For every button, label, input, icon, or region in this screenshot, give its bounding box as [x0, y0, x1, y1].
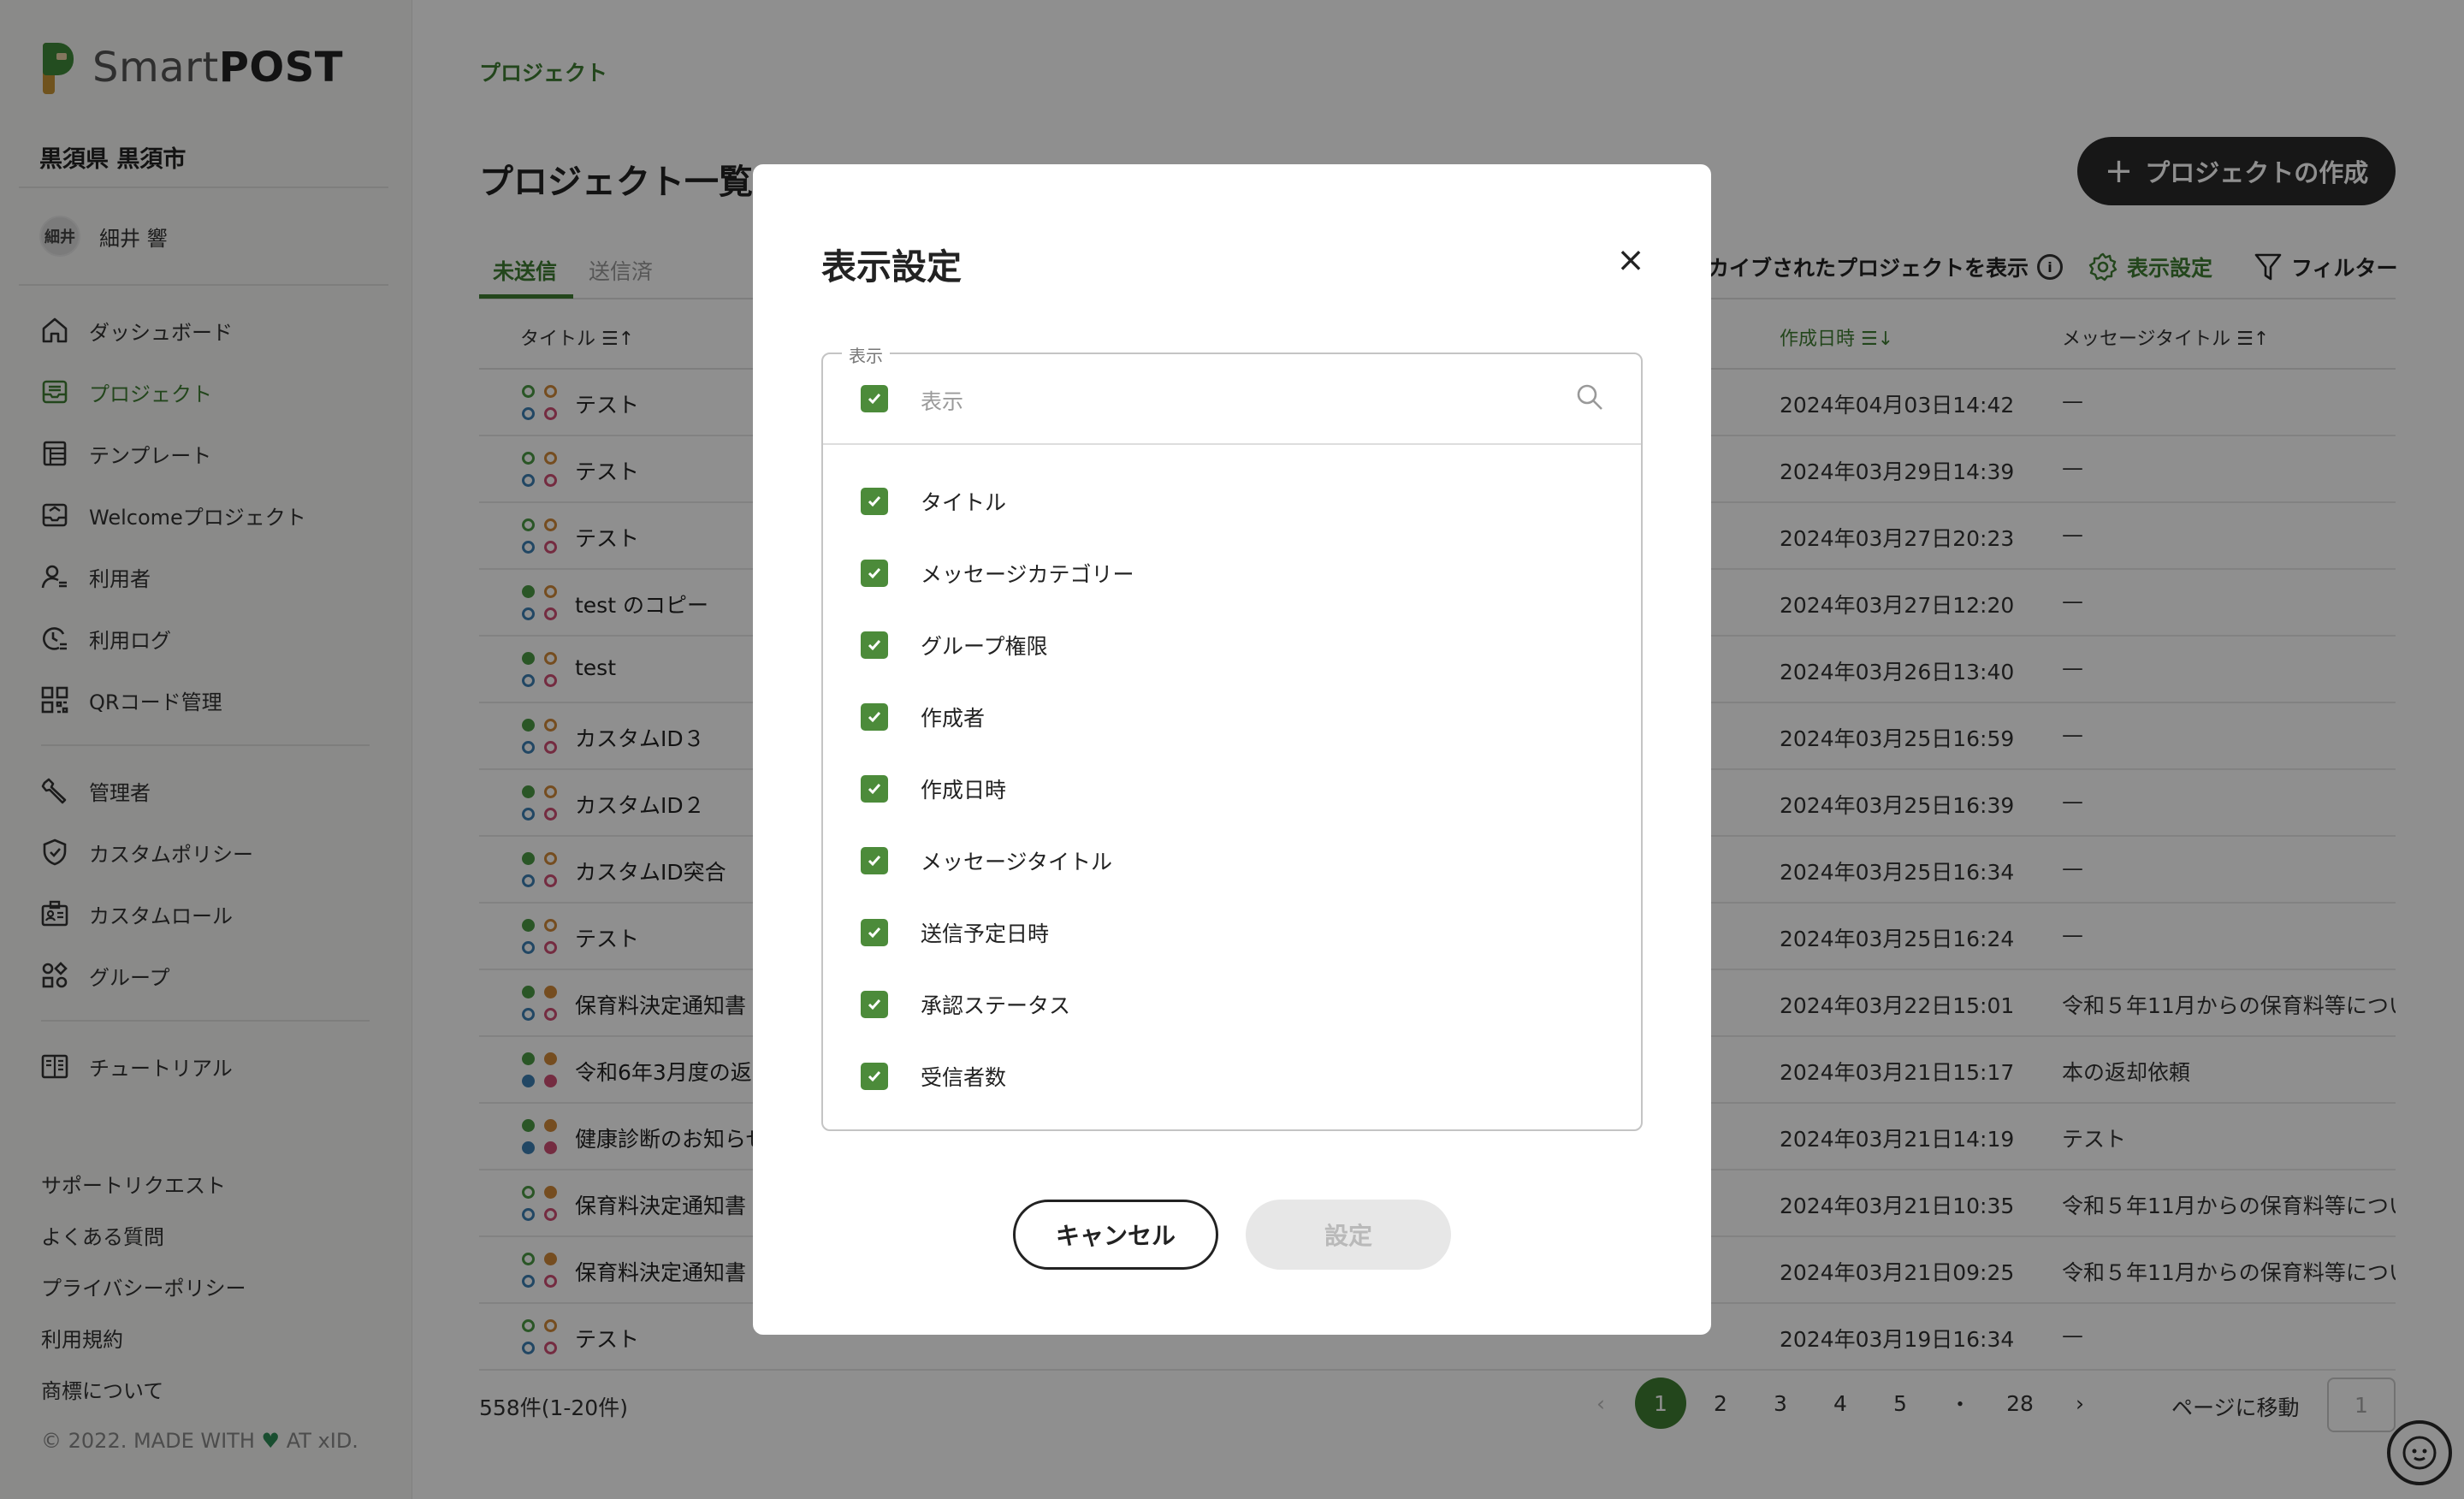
select-all-checkbox[interactable]: [861, 385, 888, 412]
column-option[interactable]: 受信者数: [861, 1059, 1006, 1093]
column-search-row: 表示: [823, 354, 1641, 445]
column-option[interactable]: 送信予定日時: [861, 915, 1049, 950]
column-option[interactable]: 作成日時: [861, 772, 1006, 806]
columns-fieldset: 表示 表示 タイトル メッセージカテゴリー グループ権限 作成者 作成日時 メッセージタイ…: [821, 342, 1643, 1131]
column-option-label: グループ権限: [921, 634, 1048, 659]
display-settings-dialog: 表示設定 × 表示 表示 タイトル メッセージカテゴリー グループ権限 作成者 作成日時…: [753, 164, 1711, 1335]
column-checkbox[interactable]: [861, 1063, 888, 1090]
column-checkbox[interactable]: [861, 703, 888, 731]
column-checkbox[interactable]: [861, 919, 888, 946]
dialog-title: 表示設定: [821, 246, 962, 287]
column-checkbox[interactable]: [861, 991, 888, 1018]
column-option-label: タイトル: [921, 490, 1007, 515]
column-search-input[interactable]: 表示: [921, 385, 963, 416]
column-option[interactable]: 作成者: [861, 700, 985, 734]
column-option[interactable]: グループ権限: [861, 628, 1048, 662]
column-option-label: 送信予定日時: [921, 921, 1050, 946]
column-checkbox[interactable]: [861, 775, 888, 803]
column-option-label: 作成者: [921, 706, 986, 731]
cancel-button[interactable]: キャンセル: [1013, 1200, 1218, 1270]
column-checkbox[interactable]: [861, 631, 888, 659]
column-option-label: 受信者数: [921, 1065, 1007, 1090]
apply-button[interactable]: 設定: [1246, 1200, 1451, 1270]
column-option[interactable]: メッセージカテゴリー: [861, 556, 1134, 590]
column-option-label: メッセージカテゴリー: [921, 562, 1134, 587]
column-checkbox[interactable]: [861, 488, 888, 515]
search-icon: [1574, 382, 1605, 416]
column-option-label: 作成日時: [921, 778, 1007, 803]
close-icon[interactable]: ×: [1607, 236, 1655, 284]
column-option[interactable]: 承認ステータス: [861, 987, 1070, 1022]
column-option[interactable]: メッセージタイトル: [861, 844, 1112, 878]
column-option[interactable]: タイトル: [861, 484, 1006, 518]
column-checkbox[interactable]: [861, 560, 888, 587]
column-option-label: メッセージタイトル: [921, 850, 1113, 874]
column-option-label: 承認ステータス: [921, 993, 1071, 1018]
column-checkbox[interactable]: [861, 847, 888, 874]
